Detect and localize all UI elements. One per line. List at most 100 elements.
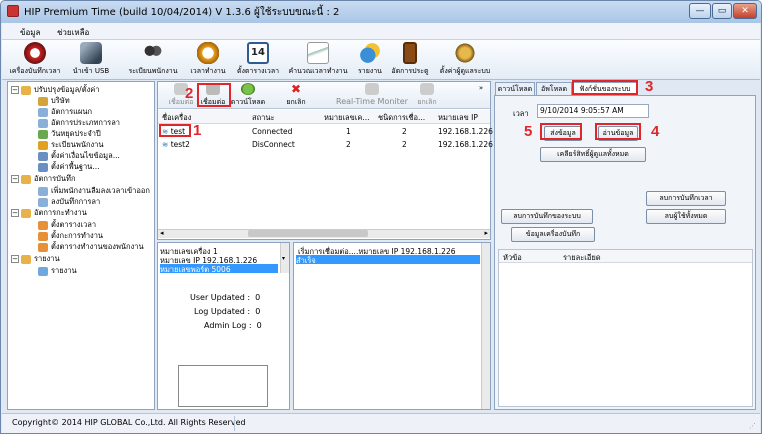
column-header[interactable]: หมายเลขเค... — [324, 112, 370, 124]
toolbar-report[interactable]: รายงาน — [354, 42, 386, 77]
log-panel: เริ่มการเชื่อมต่อ....หมายเลข IP 192.168.… — [293, 242, 491, 410]
toolbar-label: คำนวณเวลาทำงาน — [288, 67, 348, 75]
delete-system-log-button[interactable]: ลบการบันทึกของระบบ — [501, 209, 593, 224]
collapse-icon[interactable]: − — [11, 209, 19, 217]
cancel-realtime-button[interactable]: ยกเลิก — [414, 83, 440, 108]
cancel-button[interactable]: ✖ ยกเลิก — [282, 83, 310, 108]
tree-group-reports[interactable]: − รายงาน — [11, 253, 60, 265]
table-row[interactable]: ≋ test Connected 1 2 192.168.1.226 — [158, 126, 493, 138]
column-header[interactable]: หัวข้อ — [503, 252, 522, 264]
collapse-icon[interactable]: − — [11, 86, 19, 94]
app-icon — [7, 5, 19, 17]
toolbar-clock-device[interactable]: เครื่องบันทึกเวลา — [6, 42, 64, 77]
delete-all-users-button[interactable]: ลบผู้ใช้ทั้งหมด — [646, 209, 726, 224]
company-icon — [38, 96, 48, 106]
tree-item[interactable]: ตั้งตารางทำงานของพนักงาน — [38, 241, 144, 253]
toolbar-door[interactable]: อัตการประตู — [390, 42, 430, 77]
tree-item[interactable]: รายงาน — [38, 265, 77, 277]
column-header[interactable]: ชนิดการเชื่อ... — [378, 112, 425, 124]
toolbar-calculate[interactable]: คำนวณเวลาทำงาน — [288, 42, 348, 77]
copyright-text: Copyright© 2014 HIP GLOBAL Co.,Ltd. All … — [12, 418, 246, 427]
highlight-connect — [197, 83, 231, 107]
clear-admin-button[interactable]: เคลียร์สิทธิ์ผู้ดูแลทั้งหมด — [540, 147, 646, 162]
tree-label: อัตการกะทำงาน — [34, 208, 87, 217]
menu-data[interactable]: ข้อมูล — [20, 26, 40, 39]
menu-help[interactable]: ช่วยเหลือ — [57, 26, 89, 39]
collapse-icon[interactable]: − — [11, 175, 19, 183]
tab-download[interactable]: ดาวน์โหลด — [495, 82, 535, 95]
horizontal-scrollbar[interactable]: ◂ ▸ — [158, 229, 490, 238]
leave-type-icon — [38, 118, 48, 128]
more-button[interactable]: » — [476, 84, 486, 92]
table-row[interactable]: ≋ test2 DisConnect 2 2 192.168.1.226 — [158, 139, 493, 151]
info-scrollbar[interactable]: ▾ — [280, 243, 289, 273]
resize-grip-icon[interactable]: ⋰ — [749, 422, 756, 430]
highlight-system-tab — [572, 80, 638, 95]
collapse-icon[interactable]: − — [11, 255, 19, 263]
navigation-tree: − ปรับปรุงข้อมูล/ตั้งค่า บริษัท อัตการแผน… — [7, 81, 155, 410]
tree-item[interactable]: ตั้งค่าพื้นฐาน... — [38, 161, 99, 173]
log-line-selected[interactable]: สำเร็จ — [296, 255, 480, 265]
admin-settings-icon — [454, 42, 476, 64]
close-button[interactable]: ✕ — [733, 3, 757, 19]
info-table: หัวข้อ รายละเอียด — [498, 249, 753, 407]
scroll-left-icon[interactable]: ◂ — [160, 229, 164, 237]
button-label: Real-Time Moniter — [336, 97, 408, 106]
annotation-5: 5 — [524, 123, 533, 140]
annotation-4: 4 — [651, 123, 660, 140]
dropdown-arrow-icon[interactable]: ▾ — [282, 255, 285, 262]
wifi-icon: ≋ — [162, 140, 169, 149]
usb-icon — [80, 42, 102, 64]
report-icon — [359, 42, 381, 64]
main-toolbar: เครื่องบันทึกเวลา นำเข้า USB ระเบียนพนัก… — [2, 40, 760, 80]
tree-label: ตั้งค่าพื้นฐาน... — [51, 162, 100, 171]
toolbar-label: รายงาน — [358, 67, 382, 75]
tree-label: อัตการบันทึก — [34, 174, 76, 183]
cancel-icon — [420, 83, 434, 95]
maximize-button[interactable]: ▭ — [712, 3, 732, 19]
scroll-thumb[interactable] — [248, 230, 368, 237]
toolbar-admin-settings[interactable]: ตั้งค่าผู้ดูแลระบบ — [434, 42, 496, 77]
column-header[interactable]: สถานะ — [252, 112, 275, 124]
alarm-clock-icon — [197, 42, 219, 64]
toolbar-employees[interactable]: ระเบียนพนักงาน — [122, 42, 184, 77]
fingerprint-preview — [178, 365, 268, 407]
toolbar-work-time[interactable]: เวลาทำงาน — [186, 42, 230, 77]
button-label: ยกเลิก — [417, 98, 437, 106]
user-updated-label: User Updated : — [190, 293, 251, 302]
log-updated-value: 0 — [255, 307, 261, 316]
toolbar-label: เครื่องบันทึกเวลา — [9, 67, 61, 75]
toolbar-schedule[interactable]: 14 ตั้งตารางเวลา — [232, 42, 284, 77]
report-chart-icon — [38, 266, 48, 276]
delete-time-log-button[interactable]: ลบการบันทึกเวลา — [646, 191, 726, 206]
log-scrollbar[interactable] — [481, 243, 490, 409]
column-header[interactable]: หมายเลข IP — [438, 112, 478, 124]
toolbar-usb-import[interactable]: นำเข้า USB — [68, 42, 114, 77]
tree-group-shifts[interactable]: − อัตการกะทำงาน — [11, 207, 87, 219]
download-button[interactable]: ดาวน์โหลด — [230, 83, 266, 108]
realtime-monitor-button[interactable]: Real-Time Moniter — [336, 83, 408, 106]
user-updated-value: 0 — [255, 293, 261, 302]
tree-label: รายงาน — [51, 266, 77, 275]
device-port-line[interactable]: หมายเลขพอร์ต 5006 — [160, 264, 278, 274]
tree-group-records[interactable]: − อัตการบันทึก — [11, 173, 76, 185]
column-header[interactable]: รายละเอียด — [563, 252, 601, 264]
column-header[interactable]: ชื่อเครื่อง — [162, 112, 191, 124]
title-bar: HIP Premium Time (build 10/04/2014) V 1.… — [1, 1, 761, 23]
device-info-button[interactable]: ข้อมูลเครื่องบันทึก — [511, 227, 595, 242]
folder-icon — [21, 208, 31, 218]
function-panel: เวลา 9/10/2014 9:05:57 AM ส่งข้อมูล อ่าน… — [494, 95, 756, 410]
add-record-icon — [38, 186, 48, 196]
number-cell: 2 — [346, 140, 351, 149]
settings-icon — [38, 151, 48, 161]
admin-log-value: 0 — [256, 321, 262, 330]
status-bar: Copyright© 2014 HIP GLOBAL Co.,Ltd. All … — [2, 413, 760, 433]
scroll-right-icon[interactable]: ▸ — [484, 229, 488, 237]
toolbar-label: เวลาทำงาน — [190, 67, 226, 75]
highlight-test-device — [159, 124, 191, 137]
minimize-button[interactable]: — — [689, 3, 711, 19]
tab-upload[interactable]: อัพโหลด — [536, 82, 572, 95]
time-field[interactable]: 9/10/2014 9:05:57 AM — [537, 104, 649, 118]
step-2-icon — [38, 231, 48, 241]
button-label: ดาวน์โหลด — [230, 98, 266, 106]
